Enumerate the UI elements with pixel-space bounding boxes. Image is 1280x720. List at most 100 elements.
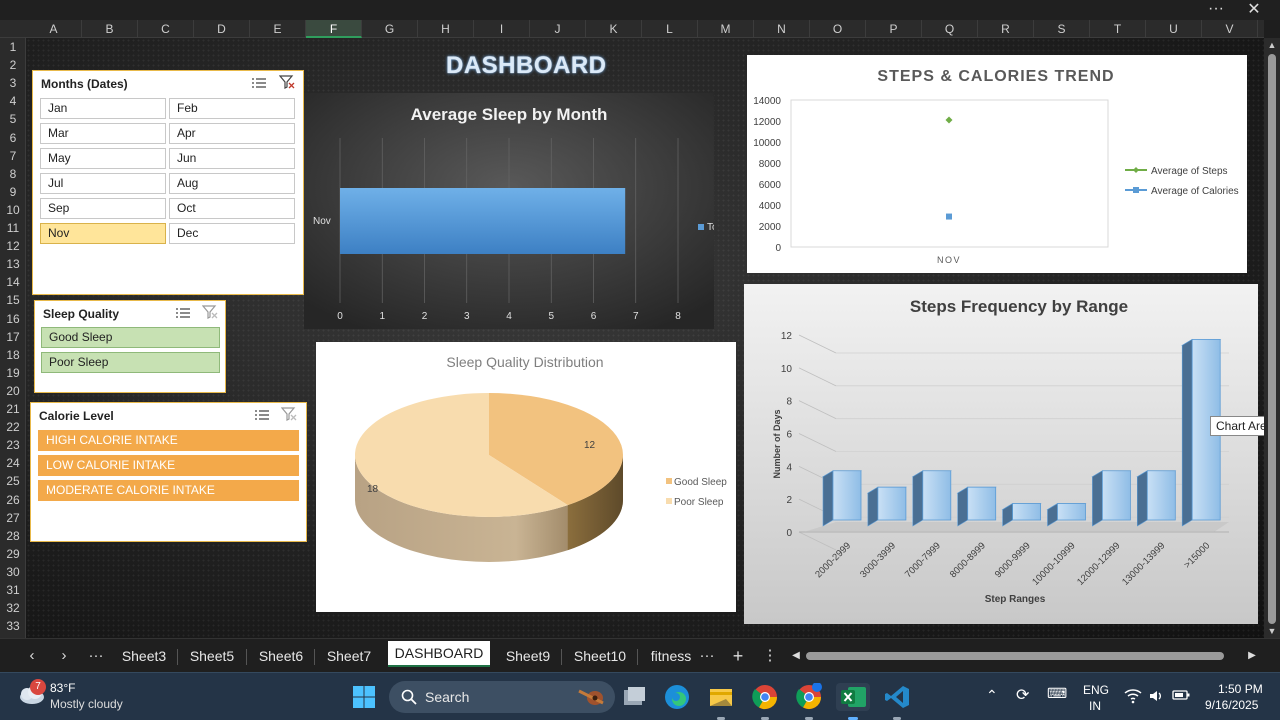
row-header[interactable]: 11: [0, 219, 26, 237]
scroll-down-icon[interactable]: ▼: [1267, 626, 1277, 636]
row-header[interactable]: 13: [0, 255, 26, 273]
sheet-tab[interactable]: Sheet7: [318, 645, 380, 667]
row-header[interactable]: 12: [0, 237, 26, 255]
multi-select-icon[interactable]: [254, 408, 270, 422]
sheet-tab[interactable]: Sheet10: [565, 645, 635, 667]
row-header[interactable]: 21: [0, 400, 26, 418]
row-header[interactable]: 31: [0, 581, 26, 599]
row-header[interactable]: 32: [0, 599, 26, 617]
row-header[interactable]: 10: [0, 201, 26, 219]
horizontal-scrollbar[interactable]: [806, 652, 1224, 660]
month-slicer-item[interactable]: Mar: [40, 123, 166, 144]
row-header[interactable]: 14: [0, 273, 26, 291]
weather-description[interactable]: Mostly cloudy: [50, 697, 123, 711]
sleep-quality-slicer[interactable]: Sleep Quality Good Sleep Poor Sleep: [34, 300, 226, 393]
column-bar[interactable]: [821, 470, 863, 527]
months-slicer[interactable]: Months (Dates) Jan Feb Mar Apr May Jun Jul Aug S…: [32, 70, 304, 295]
edge-icon[interactable]: [663, 683, 691, 711]
wifi-icon[interactable]: [1124, 688, 1142, 704]
next-sheet-icon[interactable]: ›: [54, 646, 74, 666]
column-header[interactable]: I: [474, 20, 530, 38]
windows-start-icon[interactable]: [352, 685, 376, 709]
column-header[interactable]: V: [1202, 20, 1258, 38]
column-header[interactable]: S: [1034, 20, 1090, 38]
row-header[interactable]: 6: [0, 129, 26, 147]
taskbar-search[interactable]: Search: [389, 681, 615, 713]
column-bar[interactable]: [866, 486, 907, 527]
calorie-level-slicer[interactable]: Calorie Level HIGH CALORIE INTAKE LOW CAL…: [30, 402, 307, 542]
column-header[interactable]: T: [1090, 20, 1146, 38]
column-bar[interactable]: [956, 486, 997, 527]
column-bar[interactable]: [1091, 470, 1132, 527]
column-header[interactable]: E: [250, 20, 306, 38]
column-header[interactable]: C: [138, 20, 194, 38]
sheet-tab[interactable]: Sheet5: [181, 645, 243, 667]
month-slicer-item[interactable]: Jan: [40, 98, 166, 119]
weather-temperature[interactable]: 83°F: [50, 681, 75, 695]
column-header[interactable]: M: [698, 20, 754, 38]
steps-frequency-chart[interactable]: Steps Frequency by Range1210864202000-29…: [744, 284, 1258, 624]
column-header[interactable]: H: [418, 20, 474, 38]
row-header[interactable]: 2: [0, 56, 26, 74]
month-slicer-item[interactable]: Jul: [40, 173, 166, 194]
more-options-icon[interactable]: ···: [1204, 0, 1228, 20]
multi-select-icon[interactable]: [175, 306, 191, 320]
column-header[interactable]: U: [1146, 20, 1202, 38]
clock-time[interactable]: 1:50 PM: [1218, 682, 1263, 696]
sheet-tab[interactable]: fitness: [641, 645, 701, 667]
column-header[interactable]: A: [26, 20, 82, 38]
column-header[interactable]: G: [362, 20, 418, 38]
column-header[interactable]: L: [642, 20, 698, 38]
column-header[interactable]: P: [866, 20, 922, 38]
sleep-quality-slicer-item[interactable]: Good Sleep: [41, 327, 220, 348]
chrome-profile-icon[interactable]: [795, 682, 823, 720]
row-header[interactable]: 9: [0, 183, 26, 201]
month-slicer-item[interactable]: Aug: [169, 173, 295, 194]
excel-icon[interactable]: [836, 683, 870, 720]
language-indicator[interactable]: ENG: [1083, 683, 1109, 697]
row-header[interactable]: 8: [0, 165, 26, 183]
sheet-options-icon[interactable]: ⋮: [760, 646, 780, 666]
calories-point[interactable]: [946, 213, 952, 220]
show-hidden-icons-icon[interactable]: ⌃: [986, 687, 998, 704]
keyboard-icon[interactable]: ⌨: [1047, 685, 1067, 702]
more-sheets-icon[interactable]: ···: [86, 646, 106, 666]
row-header[interactable]: 1: [0, 38, 26, 56]
average-sleep-chart[interactable]: Average Sleep by Month 0 1 2 3 4 5 6 7 8 Nov Total: [304, 93, 714, 329]
month-slicer-item[interactable]: Nov: [40, 223, 166, 244]
column-header[interactable]: J: [530, 20, 586, 38]
row-header[interactable]: 7: [0, 147, 26, 165]
sleep-quality-pie-chart[interactable]: Sleep Quality Distribution 12 18 Good Sleep…: [316, 342, 736, 612]
add-sheet-button[interactable]: +: [728, 646, 748, 666]
row-header[interactable]: 26: [0, 491, 26, 509]
row-header[interactable]: 25: [0, 472, 26, 490]
scroll-thumb[interactable]: [1268, 54, 1276, 624]
row-header[interactable]: 5: [0, 110, 26, 128]
file-explorer-icon[interactable]: [707, 683, 735, 720]
more-tabs-icon[interactable]: ···: [697, 646, 717, 666]
sheet-tab[interactable]: Sheet9: [497, 645, 559, 667]
task-view-icon[interactable]: [620, 683, 648, 711]
row-header[interactable]: 15: [0, 291, 26, 309]
sleep-quality-slicer-item[interactable]: Poor Sleep: [41, 352, 220, 373]
scroll-left-icon[interactable]: ◀: [786, 646, 806, 666]
sync-icon[interactable]: ⟳: [1016, 685, 1029, 705]
month-slicer-item[interactable]: Oct: [169, 198, 295, 219]
month-slicer-item[interactable]: May: [40, 148, 166, 169]
row-header[interactable]: 29: [0, 545, 26, 563]
scroll-right-icon[interactable]: ▶: [1242, 646, 1262, 666]
column-header[interactable]: K: [586, 20, 642, 38]
row-header[interactable]: 19: [0, 364, 26, 382]
row-header[interactable]: 33: [0, 617, 26, 635]
language-region[interactable]: IN: [1089, 699, 1101, 713]
bar[interactable]: [340, 188, 626, 254]
row-header[interactable]: 17: [0, 328, 26, 346]
month-slicer-item[interactable]: Dec: [169, 223, 295, 244]
column-header[interactable]: O: [810, 20, 866, 38]
month-slicer-item[interactable]: Feb: [169, 98, 295, 119]
column-header[interactable]: F: [306, 20, 362, 38]
steps-calories-chart[interactable]: STEPS & CALORIES TREND 14000 12000 10000 800…: [747, 55, 1247, 273]
month-slicer-item[interactable]: Apr: [169, 123, 295, 144]
vertical-scrollbar[interactable]: ▲ ▼: [1264, 38, 1280, 638]
sheet-tab[interactable]: Sheet6: [250, 645, 312, 667]
